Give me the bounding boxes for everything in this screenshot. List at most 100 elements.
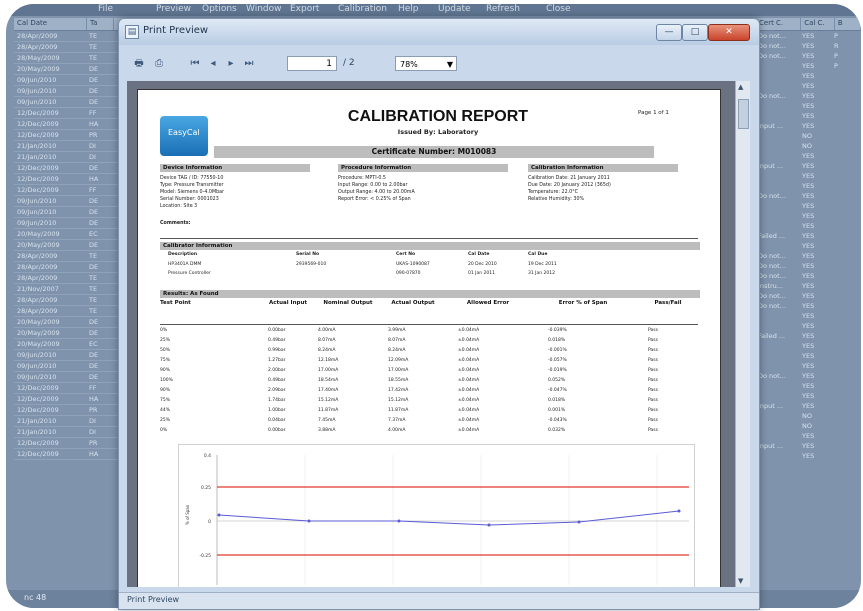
table-row[interactable]: Do not... YES xyxy=(756,291,861,301)
table-row[interactable]: YES xyxy=(756,431,861,441)
table-row[interactable]: Do not... YES xyxy=(756,261,861,271)
last-page-icon[interactable]: ⏭ xyxy=(243,57,255,71)
table-row[interactable]: 28/Apr/2009 TE xyxy=(14,306,124,317)
menu-item[interactable]: Window xyxy=(246,4,282,14)
table-row[interactable]: YES xyxy=(756,361,861,371)
first-page-icon[interactable]: ⏮ xyxy=(189,57,201,71)
table-row[interactable]: YES xyxy=(756,81,861,91)
table-row[interactable]: 20/May/2009 DE xyxy=(14,64,124,75)
table-row[interactable]: Do not... YES R xyxy=(756,41,861,51)
table-row[interactable]: 21/Nov/2007 TE xyxy=(14,284,124,295)
table-row[interactable]: Do not... YES P xyxy=(756,51,861,61)
print-icon[interactable]: 🖶 xyxy=(131,57,147,71)
table-row[interactable]: YES xyxy=(756,101,861,111)
table-row[interactable]: 12/Dec/2009 FF xyxy=(14,383,124,394)
table-row[interactable]: YES xyxy=(756,171,861,181)
table-row[interactable]: YES xyxy=(756,351,861,361)
table-row[interactable]: 09/Jun/2010 DE xyxy=(14,372,124,383)
table-row[interactable]: YES xyxy=(756,241,861,251)
grid-header-cell[interactable]: Cert C. xyxy=(756,18,802,30)
page-number-input[interactable]: 1 xyxy=(287,56,337,71)
menu-item[interactable]: Close xyxy=(546,4,571,14)
table-row[interactable]: NO xyxy=(756,421,861,431)
table-row[interactable]: Input ... YES xyxy=(756,161,861,171)
table-row[interactable]: Do not... YES xyxy=(756,91,861,101)
table-row[interactable]: Do not... YES xyxy=(756,191,861,201)
table-row[interactable]: YES xyxy=(756,201,861,211)
table-row[interactable]: Failed ... YES xyxy=(756,231,861,241)
table-row[interactable]: 12/Dec/2009 HA xyxy=(14,174,124,185)
table-row[interactable]: 12/Dec/2009 DE xyxy=(14,163,124,174)
menu-item[interactable]: Export xyxy=(290,4,319,14)
table-row[interactable]: 12/Dec/2009 HA xyxy=(14,394,124,405)
table-row[interactable]: 12/Dec/2009 PR xyxy=(14,130,124,141)
table-row[interactable]: 20/May/2009 DE xyxy=(14,328,124,339)
table-row[interactable]: Do not... YES xyxy=(756,371,861,381)
table-row[interactable]: Do not... YES P xyxy=(756,31,861,41)
menu-item[interactable]: Help xyxy=(398,4,419,14)
table-row[interactable]: YES xyxy=(756,111,861,121)
table-row[interactable]: Do not... YES xyxy=(756,251,861,261)
table-row[interactable]: YES xyxy=(756,221,861,231)
table-row[interactable]: 09/Jun/2010 DE xyxy=(14,361,124,372)
table-row[interactable]: 28/Apr/2009 TE xyxy=(14,273,124,284)
chevron-down-icon[interactable]: ▼ xyxy=(447,57,453,72)
table-row[interactable]: Instru... YES xyxy=(756,281,861,291)
previous-page-icon[interactable]: ◂ xyxy=(207,57,219,71)
vertical-scrollbar[interactable]: ▲ ▼ xyxy=(735,81,750,587)
table-row[interactable]: 09/Jun/2010 DE xyxy=(14,350,124,361)
table-row[interactable]: 20/May/2009 DE xyxy=(14,240,124,251)
window-titlebar[interactable]: ▤ Print Preview — □ ✕ xyxy=(119,19,759,45)
table-row[interactable]: 09/Jun/2010 DE xyxy=(14,97,124,108)
grid-header-tag[interactable]: Ta xyxy=(87,18,114,30)
table-row[interactable]: 12/Dec/2009 HA xyxy=(14,449,124,460)
table-row[interactable]: YES xyxy=(756,381,861,391)
table-row[interactable]: YES P xyxy=(756,61,861,71)
zoom-select[interactable]: 78% ▼ xyxy=(395,56,457,71)
table-row[interactable]: YES xyxy=(756,211,861,221)
table-row[interactable]: YES xyxy=(756,341,861,351)
table-row[interactable]: 09/Jun/2010 DE xyxy=(14,218,124,229)
table-row[interactable]: 21/Jan/2010 DI xyxy=(14,152,124,163)
minimize-button[interactable]: — xyxy=(656,24,682,41)
table-row[interactable]: Do not... YES xyxy=(756,301,861,311)
table-row[interactable]: NO xyxy=(756,141,861,151)
table-row[interactable]: Do not... YES xyxy=(756,271,861,281)
table-row[interactable]: YES xyxy=(756,321,861,331)
table-row[interactable]: 21/Jan/2010 DI xyxy=(14,141,124,152)
table-row[interactable]: Input ... YES xyxy=(756,441,861,451)
maximize-button[interactable]: □ xyxy=(682,24,708,41)
menu-item[interactable]: Update xyxy=(438,4,471,14)
table-row[interactable]: 09/Jun/2010 DE xyxy=(14,86,124,97)
table-row[interactable]: 09/Jun/2010 DE xyxy=(14,207,124,218)
table-row[interactable]: NO xyxy=(756,131,861,141)
grid-header-cell[interactable]: Cal C. xyxy=(801,18,835,30)
document-viewport[interactable]: EasyCal CALIBRATION REPORT Issued By: La… xyxy=(127,81,735,587)
table-row[interactable]: Input ... YES xyxy=(756,401,861,411)
table-row[interactable]: 21/Jan/2010 DI xyxy=(14,416,124,427)
menu-item[interactable]: Preview xyxy=(156,4,191,14)
table-row[interactable]: 12/Dec/2009 PR xyxy=(14,405,124,416)
table-row[interactable]: YES xyxy=(756,391,861,401)
table-row[interactable]: Input ... YES xyxy=(756,121,861,131)
scroll-down-icon[interactable]: ▼ xyxy=(738,577,743,585)
table-row[interactable]: 28/Apr/2009 TE xyxy=(14,31,124,42)
table-row[interactable]: YES xyxy=(756,71,861,81)
close-button[interactable]: ✕ xyxy=(708,24,750,41)
table-row[interactable]: 12/Dec/2009 FF xyxy=(14,108,124,119)
table-row[interactable]: 28/Apr/2009 DE xyxy=(14,262,124,273)
table-row[interactable]: 28/Apr/2009 TE xyxy=(14,42,124,53)
grid-header-cal-date[interactable]: Cal Date xyxy=(14,18,87,30)
next-page-icon[interactable]: ▸ xyxy=(225,57,237,71)
table-row[interactable]: 20/May/2009 EC xyxy=(14,229,124,240)
table-row[interactable]: 20/May/2009 DE xyxy=(14,317,124,328)
menu-item[interactable]: Options xyxy=(202,4,237,14)
menu-item[interactable]: Calibration xyxy=(338,4,387,14)
menu-item[interactable]: Refresh xyxy=(486,4,520,14)
table-row[interactable]: 28/Apr/2009 TE xyxy=(14,295,124,306)
table-row[interactable]: YES xyxy=(756,451,861,461)
grid-header-cell[interactable]: B xyxy=(835,18,861,30)
scroll-up-icon[interactable]: ▲ xyxy=(738,83,743,91)
table-row[interactable]: 28/May/2009 TE xyxy=(14,53,124,64)
table-row[interactable]: 21/Jan/2010 DI xyxy=(14,427,124,438)
